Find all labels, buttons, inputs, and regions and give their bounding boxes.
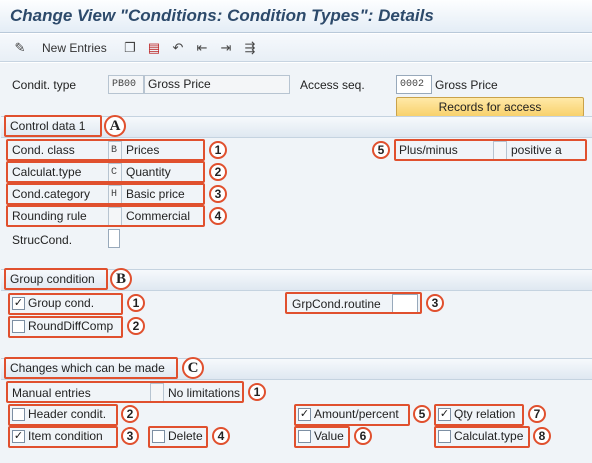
struc-cond-field[interactable] <box>108 229 120 248</box>
marker-4: 4 <box>209 207 227 225</box>
plus-minus-label: Plus/minus <box>399 143 458 157</box>
control-data-section-label[interactable]: Control data 1 <box>10 117 85 135</box>
header-condit-label: Header condit. <box>28 407 107 421</box>
new-entries-button[interactable]: New Entries <box>42 39 107 57</box>
cond-class-label: Cond. class <box>12 143 75 157</box>
marker-a: A <box>104 115 126 137</box>
group-cond-label: Group cond. <box>28 296 95 310</box>
rounding-rule-label: Rounding rule <box>12 209 87 223</box>
item-condition-label: Item condition <box>28 429 103 443</box>
marker-c: C <box>182 357 204 379</box>
delete-checkbox[interactable] <box>152 430 165 443</box>
marker-c2: 2 <box>121 405 139 423</box>
cond-class-value: Prices <box>126 143 160 157</box>
marker-3: 3 <box>209 185 227 203</box>
cond-class-code-field[interactable]: B <box>108 141 122 160</box>
marker-b2: 2 <box>127 317 145 335</box>
marker-c7: 7 <box>528 405 546 423</box>
struc-cond-label: StrucCond. <box>12 233 73 247</box>
calculat-type-code-field[interactable]: C <box>108 163 122 182</box>
next-page-icon[interactable]: ⇥ <box>218 39 234 57</box>
main-area: Condit. type PB00 Gross Price Access seq… <box>0 63 592 463</box>
calculat-type-checkbox[interactable] <box>438 430 451 443</box>
marker-b1: 1 <box>127 294 145 312</box>
qty-relation-checkbox[interactable]: ✓ <box>438 408 451 421</box>
undo-icon[interactable]: ↶ <box>170 39 186 57</box>
group-condition-section-label[interactable]: Group condition <box>10 270 95 288</box>
amount-percent-label: Amount/percent <box>314 407 399 421</box>
title-bar: Change View "Conditions: Condition Types… <box>0 0 592 33</box>
marker-b3: 3 <box>426 294 444 312</box>
calculat-type-label: Calculat.type <box>12 165 82 179</box>
plus-minus-code-field[interactable] <box>493 141 507 160</box>
value-label: Value <box>314 429 344 443</box>
first-page-icon[interactable]: ⇤ <box>194 39 210 57</box>
manual-entries-code-field[interactable] <box>150 383 164 402</box>
marker-2: 2 <box>209 163 227 181</box>
plus-minus-value: positive a <box>511 143 562 157</box>
grpcond-routine-field[interactable] <box>392 294 418 313</box>
calculat-type-value: Quantity <box>126 165 171 179</box>
marker-c5: 5 <box>413 405 431 423</box>
marker-1: 1 <box>209 141 227 159</box>
grpcond-routine-label: GrpCond.routine <box>292 297 381 311</box>
calculat-type-change-label: Calculat.type <box>454 429 524 443</box>
header-condit-checkbox[interactable] <box>12 408 25 421</box>
marker-c4: 4 <box>212 427 230 445</box>
condit-type-label: Condit. type <box>12 78 77 92</box>
amount-percent-checkbox[interactable]: ✓ <box>298 408 311 421</box>
cond-category-value: Basic price <box>126 187 185 201</box>
access-seq-label: Access seq. <box>300 78 365 92</box>
cond-category-code-field[interactable]: H <box>108 185 122 204</box>
page-title: Change View "Conditions: Condition Types… <box>10 6 434 25</box>
changes-section-label[interactable]: Changes which can be made <box>10 359 165 377</box>
qty-relation-label: Qty relation <box>454 407 516 421</box>
pencil-glasses-icon[interactable]: ✎ <box>12 39 28 57</box>
application-toolbar: ✎ New Entries ❐ ▤ ↶ ⇤ ⇥ ⇶ <box>0 34 592 62</box>
cond-category-label: Cond.category <box>12 187 91 201</box>
access-seq-desc: Gross Price <box>435 78 498 92</box>
condit-type-code-field[interactable]: PB00 <box>108 75 144 94</box>
marker-c8: 8 <box>533 427 551 445</box>
copy-icon[interactable]: ❐ <box>122 39 138 57</box>
manual-entries-label: Manual entries <box>12 386 91 400</box>
round-diff-comp-checkbox[interactable] <box>12 320 25 333</box>
delete-label: Delete <box>168 429 203 443</box>
rounding-rule-code-field[interactable] <box>108 207 122 226</box>
item-condition-checkbox[interactable]: ✓ <box>12 430 25 443</box>
condit-type-desc-field: Gross Price <box>144 75 290 94</box>
marker-c3: 3 <box>121 427 139 445</box>
rounding-rule-value: Commercial <box>126 209 191 223</box>
manual-entries-value: No limitations <box>168 386 241 400</box>
access-seq-code-field[interactable]: 0002 <box>396 75 432 94</box>
marker-b: B <box>110 268 132 290</box>
delete-icon[interactable]: ▤ <box>146 39 162 57</box>
records-for-access-button[interactable]: Records for access <box>396 97 584 117</box>
group-cond-checkbox[interactable]: ✓ <box>12 297 25 310</box>
last-page-icon[interactable]: ⇶ <box>242 39 258 57</box>
marker-c1: 1 <box>248 383 266 401</box>
marker-c6: 6 <box>354 427 372 445</box>
marker-5: 5 <box>372 141 390 159</box>
round-diff-comp-label: RoundDiffComp <box>28 319 114 333</box>
value-checkbox[interactable] <box>298 430 311 443</box>
control-data-section <box>1 116 592 138</box>
